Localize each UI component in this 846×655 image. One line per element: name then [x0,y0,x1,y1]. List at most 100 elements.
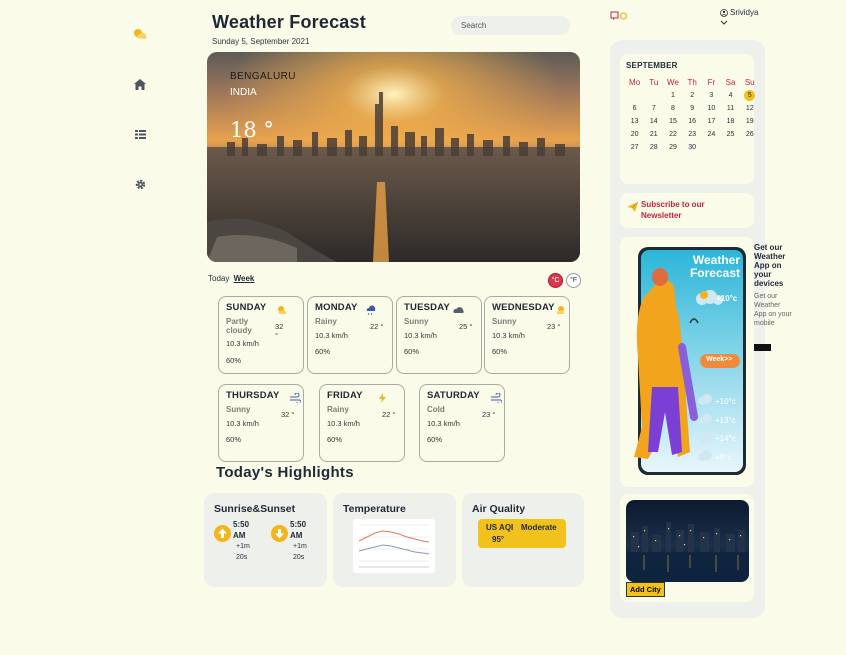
day-card-thursday[interactable]: THURSDAY Sunny 32 ° 10.3 km/h 60% [218,384,304,462]
app-promo-subtitle: Get our Weather App on your mobile [754,293,792,327]
calendar-day[interactable]: 28 [644,142,663,153]
calendar-day[interactable]: 12 [740,103,759,114]
calendar-day[interactable]: 7 [644,103,663,114]
sunrise-time-block: 5:50 AM +1m 20s [233,519,250,563]
day-card-sunday[interactable]: SUNDAY Partly cloudy 32 ° 10.3 km/h 60% [218,296,304,374]
temperature-chart-thumbnail [353,519,435,573]
day-temperature: 25 ° [459,322,473,331]
calendar-day[interactable]: 11 [721,103,740,114]
calendar-day[interactable]: 24 [702,129,721,140]
calendar-day[interactable]: 1 [663,90,682,101]
calendar-day[interactable]: 3 [702,90,721,101]
calendar-day[interactable]: 5 [744,90,756,101]
day-temperature: 22 ° [370,322,384,331]
subscribe-newsletter-button[interactable]: Subscribe to our Newsletter [620,193,754,228]
air-quality-label: Air Quality [472,503,526,515]
message-icon[interactable] [610,11,630,21]
calendar-day[interactable]: 2 [683,90,702,101]
day-temperature: 32 ° [281,410,295,419]
sunrise-sunset-card: Sunrise&Sunset 5:50 AM +1m 20s 5:50 AM +… [204,493,327,587]
home-icon[interactable] [132,76,148,92]
day-card-friday[interactable]: FRIDAY Rainy 22 ° 10.3 km/h 60% [319,384,405,462]
calendar-day[interactable]: 19 [740,116,759,127]
day-wind: 10.3 km/h [226,339,259,348]
calendar-day[interactable]: 17 [702,116,721,127]
day-card-tuesday[interactable]: TUESDAY Sunny 25 ° 10.3 km/h 60% [396,296,482,374]
weekday-label: Tu [649,78,659,87]
calendar-grid: Mo Tu We Th Fr Sa Su 1 2 3 4 5 6 7 8 9 10 11 12 13 14 15 16 17 1… [625,77,759,153]
calendar-day[interactable]: 26 [740,129,759,140]
sunset-ampm: AM [290,531,303,540]
calendar-day[interactable]: 9 [683,103,702,114]
user-icon [720,8,728,17]
tab-today[interactable]: Today [208,274,229,283]
calendar-day[interactable]: 6 [625,103,644,114]
aqi-label: US AQI [486,523,514,532]
weekday-label: We [667,78,679,87]
calendar-day[interactable]: 22 [663,129,682,140]
day-card-wednesday[interactable]: WEDNESDAY Sunny 23 ° 10.3 km/h 60% [484,296,570,374]
calendar-day[interactable]: 10 [702,103,721,114]
weekday-label: Sa [725,78,736,87]
day-name: THURSDAY [226,390,280,401]
aqi-badge: US AQI Moderate 95° [478,519,566,548]
day-humidity: 60% [315,347,331,356]
add-city-button[interactable]: Add City [626,582,665,597]
day-condition: Partly cloudy [226,317,252,335]
forecast-tabs: Today Week [208,274,254,283]
day-humidity: 60% [226,435,242,444]
calendar-day[interactable]: 14 [644,116,663,127]
app-promo-card: Weather Forecast +10°c Week>> +10°c +13°… [620,237,754,487]
tab-week[interactable]: Week [234,274,255,283]
day-condition: Sunny [404,317,429,326]
phone-week-button: Week>> [706,356,733,363]
day-wind: 10.3 km/h [327,419,360,428]
day-humidity: 60% [427,435,443,444]
chevron-down-icon[interactable] [720,20,728,26]
weather-icon[interactable] [132,26,148,42]
calendar-day[interactable]: 23 [683,129,702,140]
user-menu[interactable]: Srividya [720,8,758,17]
search-input[interactable] [451,16,570,35]
celsius-toggle[interactable]: °C [548,273,563,288]
partly-cloudy-icon [278,306,287,314]
phone-app-title: Weather Forecast [689,253,740,280]
sunrise-ampm: AM [233,531,246,540]
phone-temp-1: +10°c [715,397,736,406]
city-name: BENGALURU [230,71,296,82]
fahrenheit-toggle[interactable]: °F [566,273,581,288]
sunset-time: 5:50 [290,520,307,529]
air-quality-card: Air Quality US AQI Moderate 95° [462,493,584,587]
day-wind: 10.3 km/h [315,331,348,340]
day-card-saturday[interactable]: SATURDAY Cold 23 ° 10.3 km/h 60% [419,384,505,462]
sidebar [0,0,200,655]
list-icon[interactable] [132,126,148,142]
sunrise-sunset-label: Sunrise&Sunset [214,503,296,515]
day-card-monday[interactable]: MONDAY Rainy 22 ° 10.3 km/h 60% [307,296,393,374]
calendar-day[interactable]: 29 [663,142,682,153]
calendar-day[interactable]: 18 [721,116,740,127]
calendar-day[interactable]: 20 [625,129,644,140]
rain-icon [366,305,376,315]
day-wind: 10.3 km/h [404,331,437,340]
calendar-day[interactable]: 16 [683,116,702,127]
calendar-day[interactable]: 27 [625,142,644,153]
calendar-day[interactable]: 25 [721,129,740,140]
calendar-day[interactable]: 30 [683,142,702,153]
sunset-seconds: 20s [293,554,305,561]
app-store-badge[interactable] [754,344,771,351]
sun-cloud-icon [556,306,565,314]
day-temperature: 23 ° [482,410,496,419]
calendar-blank [644,90,663,101]
calendar-day[interactable]: 4 [721,90,740,101]
gear-icon[interactable] [132,176,148,192]
calendar-day[interactable]: 8 [663,103,682,114]
day-temperature: 32 ° [275,322,284,340]
day-temperature: 23 ° [547,322,561,331]
calendar-day[interactable]: 21 [644,129,663,140]
calendar-day[interactable]: 15 [663,116,682,127]
wind-icon [491,393,502,403]
temperature-card: Temperature [333,493,456,587]
calendar-day[interactable]: 13 [625,116,644,127]
notification-icons[interactable] [610,8,630,26]
